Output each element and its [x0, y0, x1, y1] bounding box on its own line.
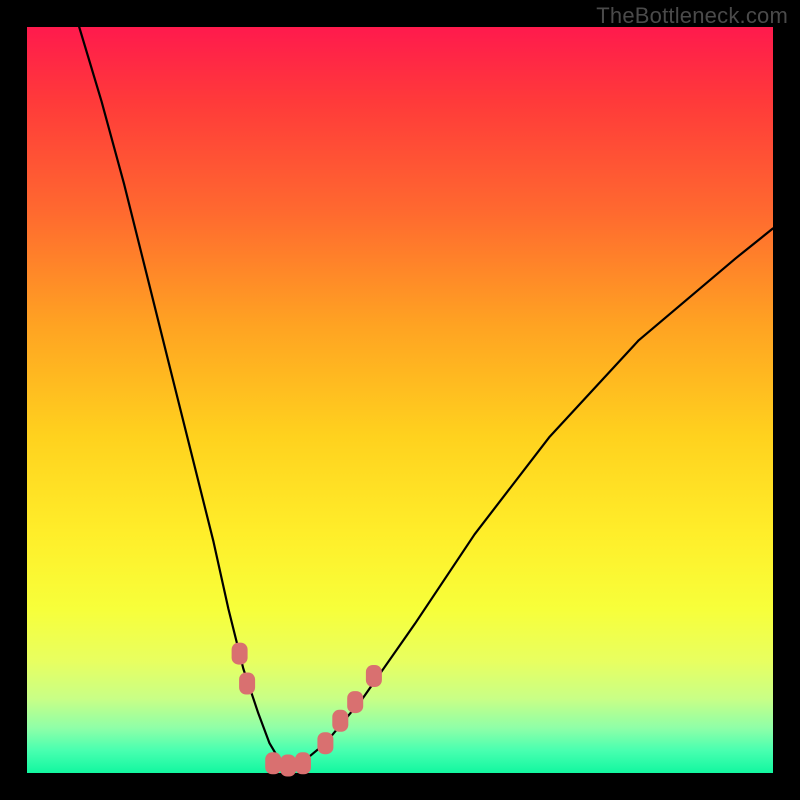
plot-area	[27, 27, 773, 773]
marker-left-1	[232, 643, 248, 665]
marker-left-2	[239, 673, 255, 695]
marker-bottom-3	[295, 752, 311, 774]
curve-layer	[27, 27, 773, 773]
marker-bottom-2	[280, 755, 296, 777]
chart-frame: TheBottleneck.com	[0, 0, 800, 800]
marker-right-4	[366, 665, 382, 687]
marker-bottom-1	[265, 752, 281, 774]
bottleneck-curve	[79, 27, 773, 766]
marker-right-1	[317, 732, 333, 754]
marker-group	[232, 643, 382, 777]
watermark-text: TheBottleneck.com	[596, 3, 788, 29]
marker-right-3	[347, 691, 363, 713]
marker-right-2	[332, 710, 348, 732]
